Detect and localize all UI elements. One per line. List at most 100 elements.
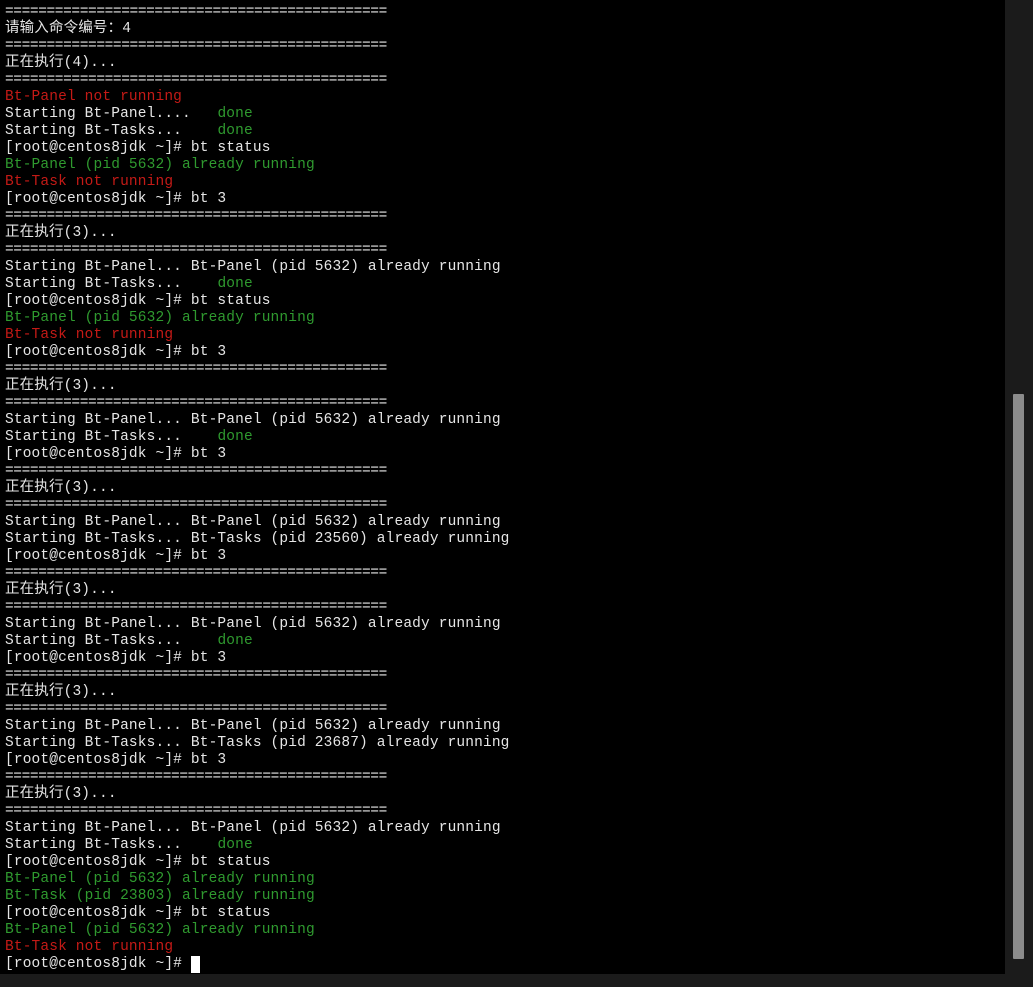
- line-segment: done: [217, 633, 253, 649]
- terminal-line: Starting Bt-Tasks... done: [5, 123, 510, 140]
- terminal-line: Starting Bt-Panel.... done: [5, 106, 510, 123]
- line-segment: ========================================…: [5, 361, 387, 377]
- line-segment: Starting Bt-Tasks... Bt-Tasks (pid 23560…: [5, 531, 510, 547]
- line-segment: ========================================…: [5, 599, 387, 615]
- terminal-line: 正在执行(3)...: [5, 582, 510, 599]
- vertical-scrollbar[interactable]: [1010, 0, 1027, 974]
- terminal-output-area[interactable]: ========================================…: [0, 0, 1005, 974]
- line-segment: Bt-Panel (pid 5632) already running: [5, 310, 315, 326]
- line-segment: Bt-Task not running: [5, 939, 174, 955]
- line-segment: [root@centos8jdk ~]# bt status: [5, 854, 271, 870]
- line-segment: done: [217, 276, 253, 292]
- terminal-line: 正在执行(3)...: [5, 684, 510, 701]
- line-segment: 正在执行(3)...: [5, 684, 117, 700]
- terminal-line: Starting Bt-Panel... Bt-Panel (pid 5632)…: [5, 820, 510, 837]
- line-segment: Starting Bt-Panel... Bt-Panel (pid 5632)…: [5, 820, 501, 836]
- line-segment: ========================================…: [5, 463, 387, 479]
- shell-prompt: [root@centos8jdk ~]#: [5, 956, 191, 972]
- line-segment: [root@centos8jdk ~]# bt 3: [5, 191, 227, 207]
- scrollbar-thumb[interactable]: [1013, 394, 1024, 959]
- line-segment: ========================================…: [5, 667, 387, 683]
- terminal-line: [root@centos8jdk ~]# bt status: [5, 854, 510, 871]
- separator-line: ========================================…: [5, 701, 510, 718]
- terminal-line: Starting Bt-Tasks... done: [5, 276, 510, 293]
- line-segment: [root@centos8jdk ~]# bt 3: [5, 344, 227, 360]
- terminal-line: 正在执行(3)...: [5, 786, 510, 803]
- separator-line: ========================================…: [5, 395, 510, 412]
- terminal-line: Bt-Panel (pid 5632) already running: [5, 922, 510, 939]
- line-segment: 正在执行(3)...: [5, 378, 117, 394]
- line-segment: Starting Bt-Tasks...: [5, 429, 218, 445]
- separator-line: ========================================…: [5, 463, 510, 480]
- line-segment: Starting Bt-Tasks... Bt-Tasks (pid 23687…: [5, 735, 510, 751]
- line-segment: [root@centos8jdk ~]# bt 3: [5, 548, 227, 564]
- terminal-line: Starting Bt-Tasks... Bt-Tasks (pid 23560…: [5, 531, 510, 548]
- terminal-line: Starting Bt-Panel... Bt-Panel (pid 5632)…: [5, 718, 510, 735]
- terminal-line: Bt-Task not running: [5, 327, 510, 344]
- line-segment: Starting Bt-Tasks...: [5, 123, 218, 139]
- line-segment: 正在执行(3)...: [5, 786, 117, 802]
- line-segment: ========================================…: [5, 701, 387, 717]
- terminal-line: Bt-Task (pid 23803) already running: [5, 888, 510, 905]
- line-segment: done: [217, 123, 253, 139]
- separator-line: ========================================…: [5, 4, 510, 21]
- terminal-line: Starting Bt-Tasks... done: [5, 633, 510, 650]
- terminal-line: 请输入命令编号：4: [5, 21, 510, 38]
- terminal-line: [root@centos8jdk ~]# bt status: [5, 293, 510, 310]
- line-segment: Starting Bt-Tasks...: [5, 837, 218, 853]
- line-segment: Bt-Panel (pid 5632) already running: [5, 922, 315, 938]
- line-segment: ========================================…: [5, 395, 387, 411]
- active-prompt-line[interactable]: [root@centos8jdk ~]#: [5, 956, 510, 973]
- line-segment: Starting Bt-Panel... Bt-Panel (pid 5632)…: [5, 412, 501, 428]
- line-segment: done: [217, 837, 253, 853]
- separator-line: ========================================…: [5, 599, 510, 616]
- terminal-line: Starting Bt-Panel... Bt-Panel (pid 5632)…: [5, 616, 510, 633]
- terminal-line: 正在执行(4)...: [5, 55, 510, 72]
- separator-line: ========================================…: [5, 497, 510, 514]
- line-segment: done: [217, 429, 253, 445]
- line-segment: ========================================…: [5, 4, 387, 20]
- separator-line: ========================================…: [5, 803, 510, 820]
- terminal-line: Bt-Panel (pid 5632) already running: [5, 157, 510, 174]
- terminal-line: Bt-Task not running: [5, 174, 510, 191]
- line-segment: Bt-Panel not running: [5, 89, 183, 105]
- line-segment: ========================================…: [5, 208, 387, 224]
- separator-line: ========================================…: [5, 208, 510, 225]
- terminal-line: Starting Bt-Tasks... done: [5, 429, 510, 446]
- line-segment: done: [217, 106, 253, 122]
- terminal-line: Starting Bt-Tasks... done: [5, 837, 510, 854]
- line-segment: 正在执行(3)...: [5, 480, 117, 496]
- line-segment: 正在执行(3)...: [5, 582, 117, 598]
- line-segment: Starting Bt-Panel... Bt-Panel (pid 5632)…: [5, 616, 501, 632]
- line-segment: Bt-Task not running: [5, 174, 174, 190]
- terminal-line: 正在执行(3)...: [5, 480, 510, 497]
- line-segment: Bt-Panel (pid 5632) already running: [5, 871, 315, 887]
- terminal-line: Starting Bt-Panel... Bt-Panel (pid 5632)…: [5, 412, 510, 429]
- line-segment: Starting Bt-Panel... Bt-Panel (pid 5632)…: [5, 514, 501, 530]
- line-segment: ========================================…: [5, 242, 387, 258]
- terminal-line: Bt-Panel (pid 5632) already running: [5, 310, 510, 327]
- terminal-line: [root@centos8jdk ~]# bt 3: [5, 752, 510, 769]
- terminal-lines: ========================================…: [5, 4, 510, 973]
- line-segment: ========================================…: [5, 769, 387, 785]
- line-segment: ========================================…: [5, 565, 387, 581]
- terminal-line: Bt-Panel not running: [5, 89, 510, 106]
- terminal-line: Starting Bt-Tasks... Bt-Tasks (pid 23687…: [5, 735, 510, 752]
- terminal-line: 正在执行(3)...: [5, 225, 510, 242]
- line-segment: Bt-Panel (pid 5632) already running: [5, 157, 315, 173]
- line-segment: [root@centos8jdk ~]# bt 3: [5, 650, 227, 666]
- terminal-line: [root@centos8jdk ~]# bt status: [5, 140, 510, 157]
- terminal-line: [root@centos8jdk ~]# bt 3: [5, 650, 510, 667]
- line-segment: ========================================…: [5, 72, 387, 88]
- separator-line: ========================================…: [5, 667, 510, 684]
- separator-line: ========================================…: [5, 72, 510, 89]
- line-segment: [root@centos8jdk ~]# bt status: [5, 905, 271, 921]
- line-segment: 请输入命令编号：4: [5, 21, 132, 37]
- separator-line: ========================================…: [5, 361, 510, 378]
- separator-line: ========================================…: [5, 565, 510, 582]
- terminal-line: Bt-Panel (pid 5632) already running: [5, 871, 510, 888]
- text-cursor: [190, 956, 200, 973]
- line-segment: 正在执行(4)...: [5, 55, 117, 71]
- separator-line: ========================================…: [5, 242, 510, 259]
- terminal-line: Bt-Task not running: [5, 939, 510, 956]
